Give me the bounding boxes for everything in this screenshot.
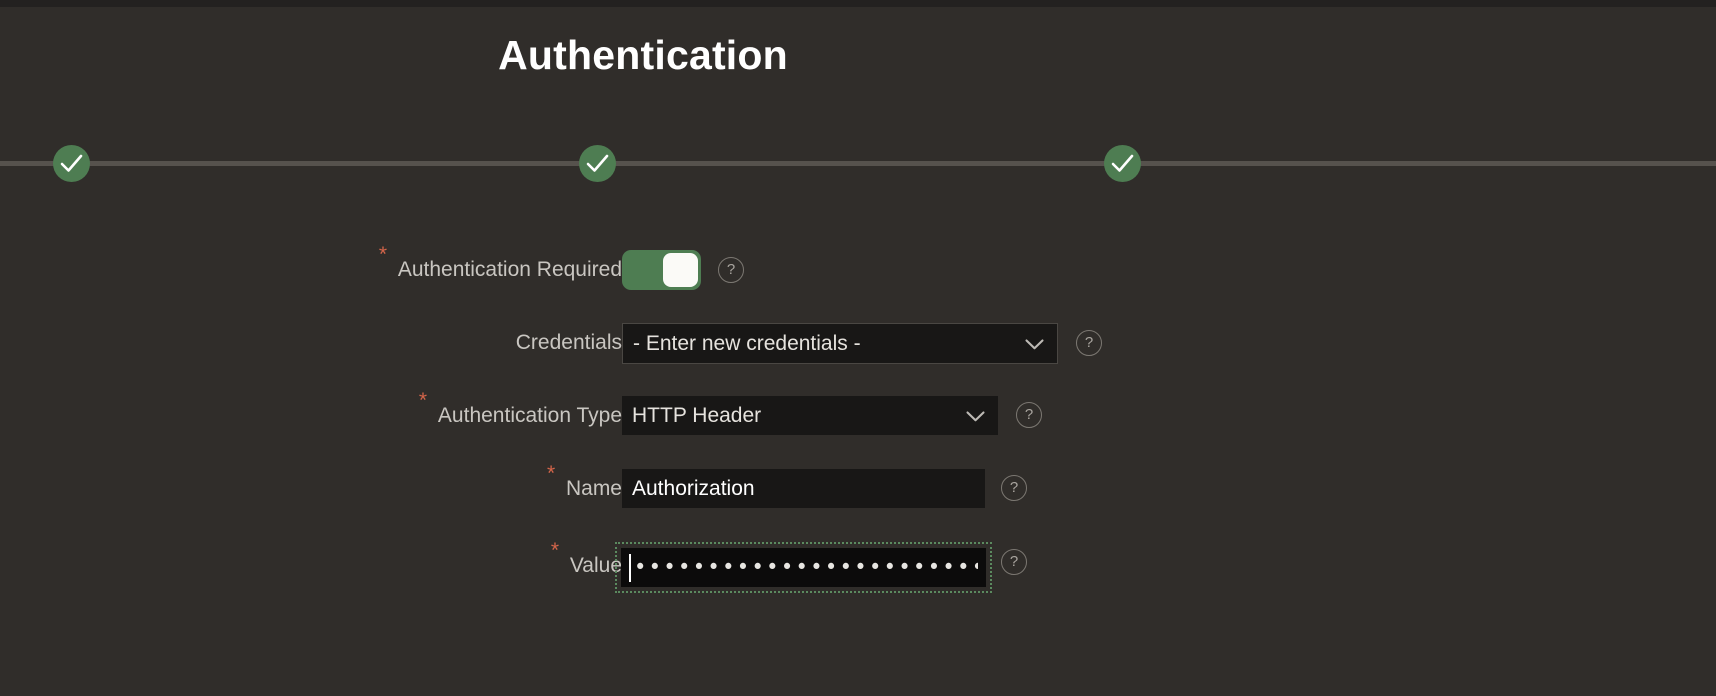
label-authentication-type: * Authentication Type (419, 390, 622, 435)
required-marker: * (418, 389, 428, 412)
credentials-select[interactable]: - Enter new credentials - (622, 323, 1058, 364)
stepper-step-2[interactable] (579, 145, 616, 182)
control-authentication-type: HTTP Header (622, 396, 998, 435)
page-title: Authentication (498, 32, 788, 78)
control-value: ••••••••••••••••••••••••••••••••••••••••… (615, 542, 992, 593)
authentication-type-select-value: HTTP Header (632, 403, 762, 427)
label-text: Name (565, 477, 622, 500)
authentication-form: * Authentication Required ? Credentials … (0, 244, 1716, 615)
required-marker: * (550, 539, 560, 562)
authentication-required-toggle[interactable] (622, 250, 701, 290)
form-row-authentication-required: * Authentication Required ? (0, 244, 1716, 323)
help-icon-name[interactable]: ? (1001, 475, 1027, 501)
form-row-value: * Value ••••••••••••••••••••••••••••••••… (0, 539, 1716, 615)
stepper-step-1[interactable] (53, 145, 90, 182)
control-name: Authorization (622, 469, 985, 508)
label-text: Credentials (515, 331, 622, 354)
help-icon-authentication-required[interactable]: ? (718, 257, 744, 283)
toggle-knob (663, 253, 698, 287)
label-text: Authentication Type (437, 404, 622, 427)
label-credentials: Credentials (516, 323, 622, 362)
required-marker: * (546, 462, 556, 485)
label-name: * Name (547, 463, 622, 508)
credentials-select-value: - Enter new credentials - (633, 331, 861, 355)
label-authentication-required: * Authentication Required (379, 244, 622, 289)
form-row-credentials: Credentials - Enter new credentials - ? (0, 323, 1716, 396)
top-bar (0, 0, 1716, 7)
name-input[interactable]: Authorization (622, 469, 985, 508)
control-authentication-required (622, 250, 701, 290)
form-row-authentication-type: * Authentication Type HTTP Header ? (0, 390, 1716, 469)
value-input-masked-value: ••••••••••••••••••••••••••••••••••••••••… (634, 557, 978, 578)
authentication-type-select[interactable]: HTTP Header (622, 396, 998, 435)
name-input-value: Authorization (632, 476, 755, 500)
help-icon-value[interactable]: ? (1001, 549, 1027, 575)
help-icon-authentication-type[interactable]: ? (1016, 402, 1042, 428)
required-marker: * (378, 243, 388, 266)
help-icon-credentials[interactable]: ? (1076, 330, 1102, 356)
stepper-track (0, 161, 1716, 166)
stepper-step-3[interactable] (1104, 145, 1141, 182)
chevron-down-icon (966, 410, 985, 422)
chevron-down-icon (1025, 338, 1044, 350)
control-credentials: - Enter new credentials - (622, 323, 1058, 364)
value-focus-outline: ••••••••••••••••••••••••••••••••••••••••… (615, 542, 992, 593)
value-input[interactable]: ••••••••••••••••••••••••••••••••••••••••… (621, 548, 986, 587)
label-text: Authentication Required (397, 258, 622, 281)
wizard-stepper (0, 145, 1716, 185)
text-caret (629, 553, 631, 582)
form-row-name: * Name Authorization ? (0, 463, 1716, 542)
